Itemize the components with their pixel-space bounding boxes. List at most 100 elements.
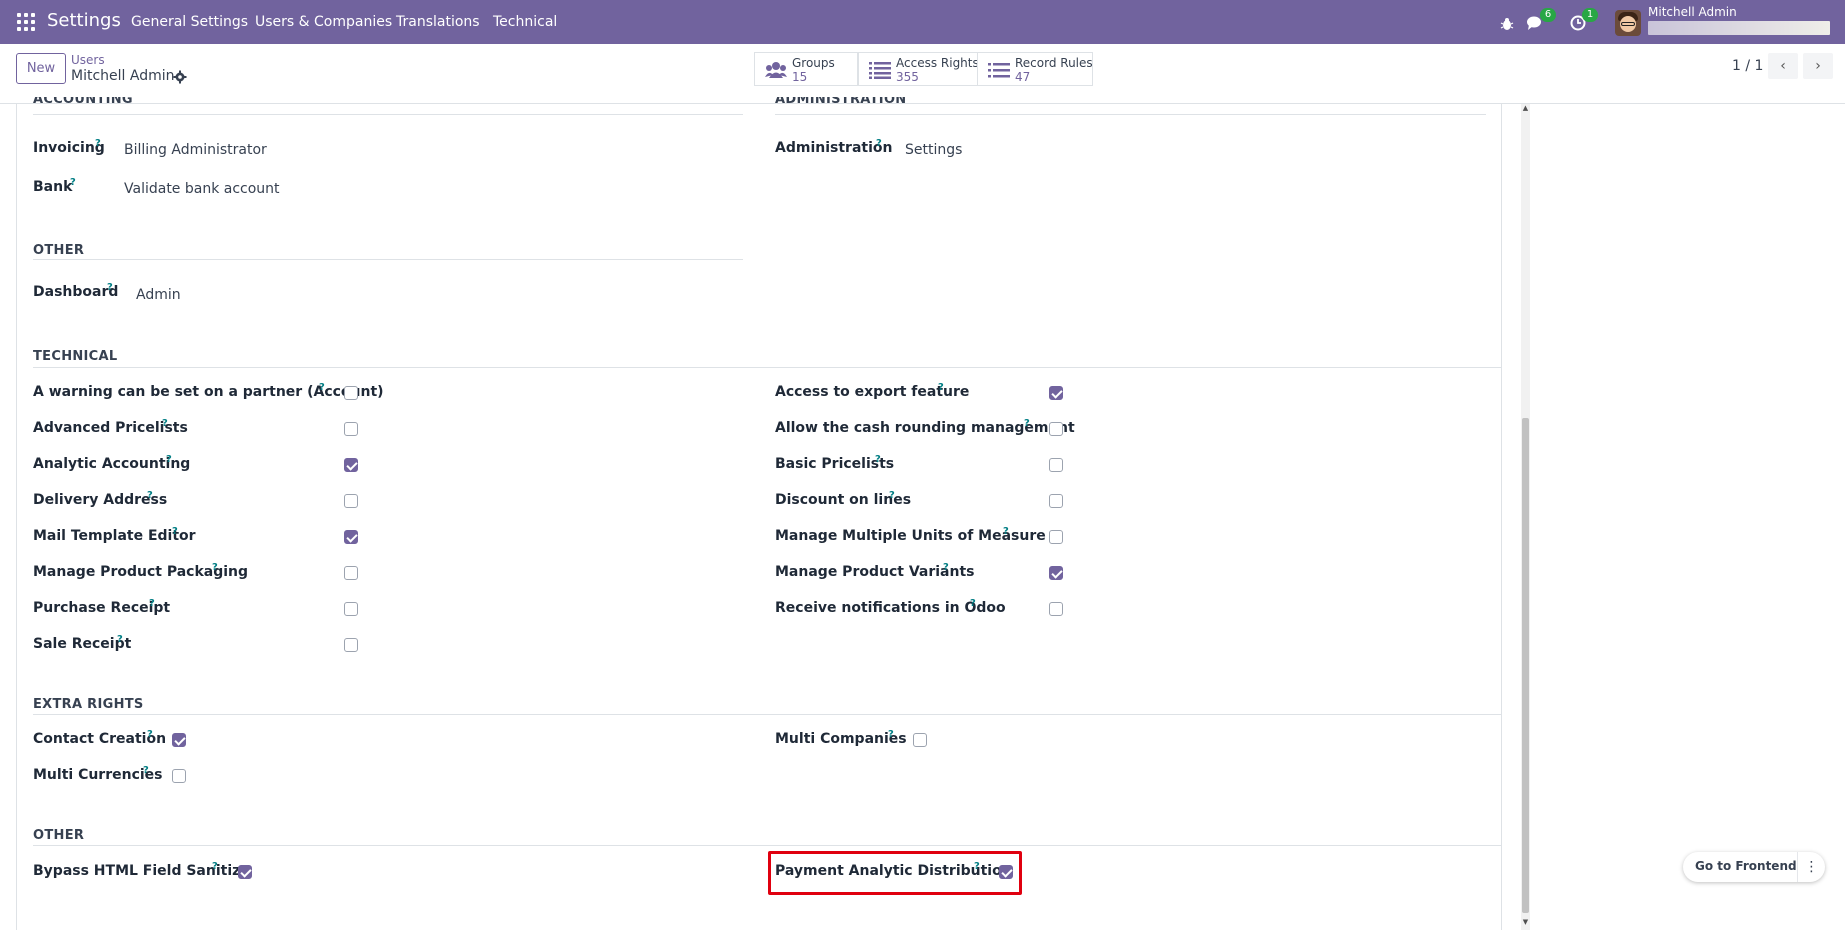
record-rules-label: Record Rules [1015,56,1093,70]
help-tooltip[interactable]: ? [147,490,153,501]
section-extra-rights-title: EXTRA RIGHTS [33,697,144,712]
checkbox-product-packaging[interactable] [344,566,358,580]
go-to-frontend-button[interactable]: Go to Frontend ⋮ [1683,852,1825,882]
new-button[interactable]: New [16,53,66,84]
pager-previous-button[interactable]: ‹ [1768,53,1798,79]
help-tooltip[interactable]: ? [172,526,178,537]
checkbox-advanced-pricelists[interactable] [344,422,358,436]
help-tooltip[interactable]: ? [888,729,894,740]
checkbox-purchase-receipt[interactable] [344,602,358,616]
field-label-multi-companies: Multi Companies [775,731,907,747]
activities-badge: 1 [1582,8,1598,22]
checkbox-basic-pricelists[interactable] [1049,458,1063,472]
divider [33,114,743,115]
scroll-up-arrow-icon[interactable]: ▲ [1521,104,1530,114]
list-icon [988,63,1010,78]
checkbox-analytic-accounting[interactable] [344,458,358,472]
field-value-bank[interactable]: Validate bank account [124,181,280,197]
checkbox-multiple-uom[interactable] [1049,530,1063,544]
user-avatar[interactable] [1615,10,1641,36]
messages-badge: 6 [1540,8,1556,22]
help-tooltip[interactable]: ? [162,418,168,429]
groups-stat-button[interactable]: Groups 15 [754,52,858,86]
list-icon [869,62,891,79]
help-tooltip[interactable]: ? [938,382,944,393]
help-tooltip[interactable]: ? [970,598,976,609]
app-brand[interactable]: Settings [47,10,121,31]
checkbox-discount-on-lines[interactable] [1049,494,1063,508]
chevron-left-icon: ‹ [1780,58,1786,74]
section-accounting-title: ACCOUNTING [33,97,133,107]
user-name[interactable]: Mitchell Admin [1648,5,1737,19]
divider [775,114,1486,115]
help-tooltip[interactable]: ? [117,634,123,645]
apps-grid-icon[interactable] [17,13,35,31]
top-navbar: Settings General Settings Users & Compan… [0,0,1845,44]
help-tooltip[interactable]: ? [943,562,949,573]
field-label-dashboard: Dashboard [33,284,119,300]
field-label-administration: Administration [775,140,893,156]
chevron-right-icon: › [1815,58,1821,74]
more-options-icon[interactable]: ⋮ [1797,852,1825,882]
groups-count: 15 [792,70,808,84]
field-value-invoicing[interactable]: Billing Administrator [124,142,267,158]
highlight-box [768,851,1022,895]
help-tooltip[interactable]: ? [149,598,155,609]
checkbox-odoo-notifications[interactable] [1049,602,1063,616]
checkbox-multi-currencies[interactable] [172,769,186,783]
divider [33,845,1502,846]
help-tooltip[interactable]: ? [212,562,218,573]
record-rules-count: 47 [1015,70,1031,84]
access-rights-stat-button[interactable]: Access Rights 355 [858,52,979,86]
access-rights-count: 355 [896,70,919,84]
field-label-partner-warning: A warning can be set on a partner (Accou… [33,384,384,400]
help-tooltip[interactable]: ? [889,490,895,501]
divider [33,259,743,260]
help-tooltip[interactable]: ? [212,861,218,872]
right-blank-area [1531,104,1845,930]
field-value-dashboard[interactable]: Admin [136,287,181,303]
checkbox-partner-warning[interactable] [344,386,358,400]
breadcrumb-users[interactable]: Users [71,53,105,67]
section-technical-title: TECHNICAL [33,349,118,364]
bug-icon[interactable] [1500,14,1514,34]
database-name-bar [1648,21,1830,35]
help-tooltip[interactable]: ? [95,138,101,149]
help-tooltip[interactable]: ? [875,454,881,465]
help-tooltip[interactable]: ? [166,454,172,465]
menu-technical[interactable]: Technical [493,14,557,30]
help-tooltip[interactable]: ? [1024,418,1030,429]
checkbox-cash-rounding[interactable] [1049,422,1063,436]
menu-users-companies[interactable]: Users & Companies [255,14,392,30]
pager-value[interactable]: 1 / 1 [1732,58,1763,74]
help-tooltip[interactable]: ? [319,382,325,393]
help-tooltip[interactable]: ? [143,765,149,776]
checkbox-multi-companies[interactable] [913,733,927,747]
scroll-down-arrow-icon[interactable]: ▼ [1521,918,1530,928]
menu-translations[interactable]: Translations [396,14,480,30]
checkbox-mail-template-editor[interactable] [344,530,358,544]
menu-general-settings[interactable]: General Settings [131,14,248,30]
checkbox-contact-creation[interactable] [172,733,186,747]
help-tooltip[interactable]: ? [1003,526,1009,537]
help-tooltip[interactable]: ? [876,138,882,149]
checkbox-export-feature[interactable] [1049,386,1063,400]
checkbox-sale-receipt[interactable] [344,638,358,652]
help-tooltip[interactable]: ? [70,177,76,188]
scrollbar-thumb[interactable] [1522,418,1529,913]
checkbox-bypass-html-sanitize[interactable] [238,865,252,879]
go-to-frontend-label: Go to Frontend [1695,859,1797,873]
checkbox-product-variants[interactable] [1049,566,1063,580]
access-rights-label: Access Rights [896,56,979,70]
help-tooltip[interactable]: ? [107,282,113,293]
form-sheet [16,104,1502,930]
users-icon [765,62,787,78]
section-administration-title: ADMINISTRATION [775,97,907,107]
groups-label: Groups [792,56,835,70]
field-value-administration[interactable]: Settings [905,142,962,158]
help-tooltip[interactable]: ? [147,729,153,740]
pager-next-button[interactable]: › [1803,53,1833,79]
gear-icon[interactable] [173,70,187,84]
record-rules-stat-button[interactable]: Record Rules 47 [977,52,1093,86]
checkbox-delivery-address[interactable] [344,494,358,508]
